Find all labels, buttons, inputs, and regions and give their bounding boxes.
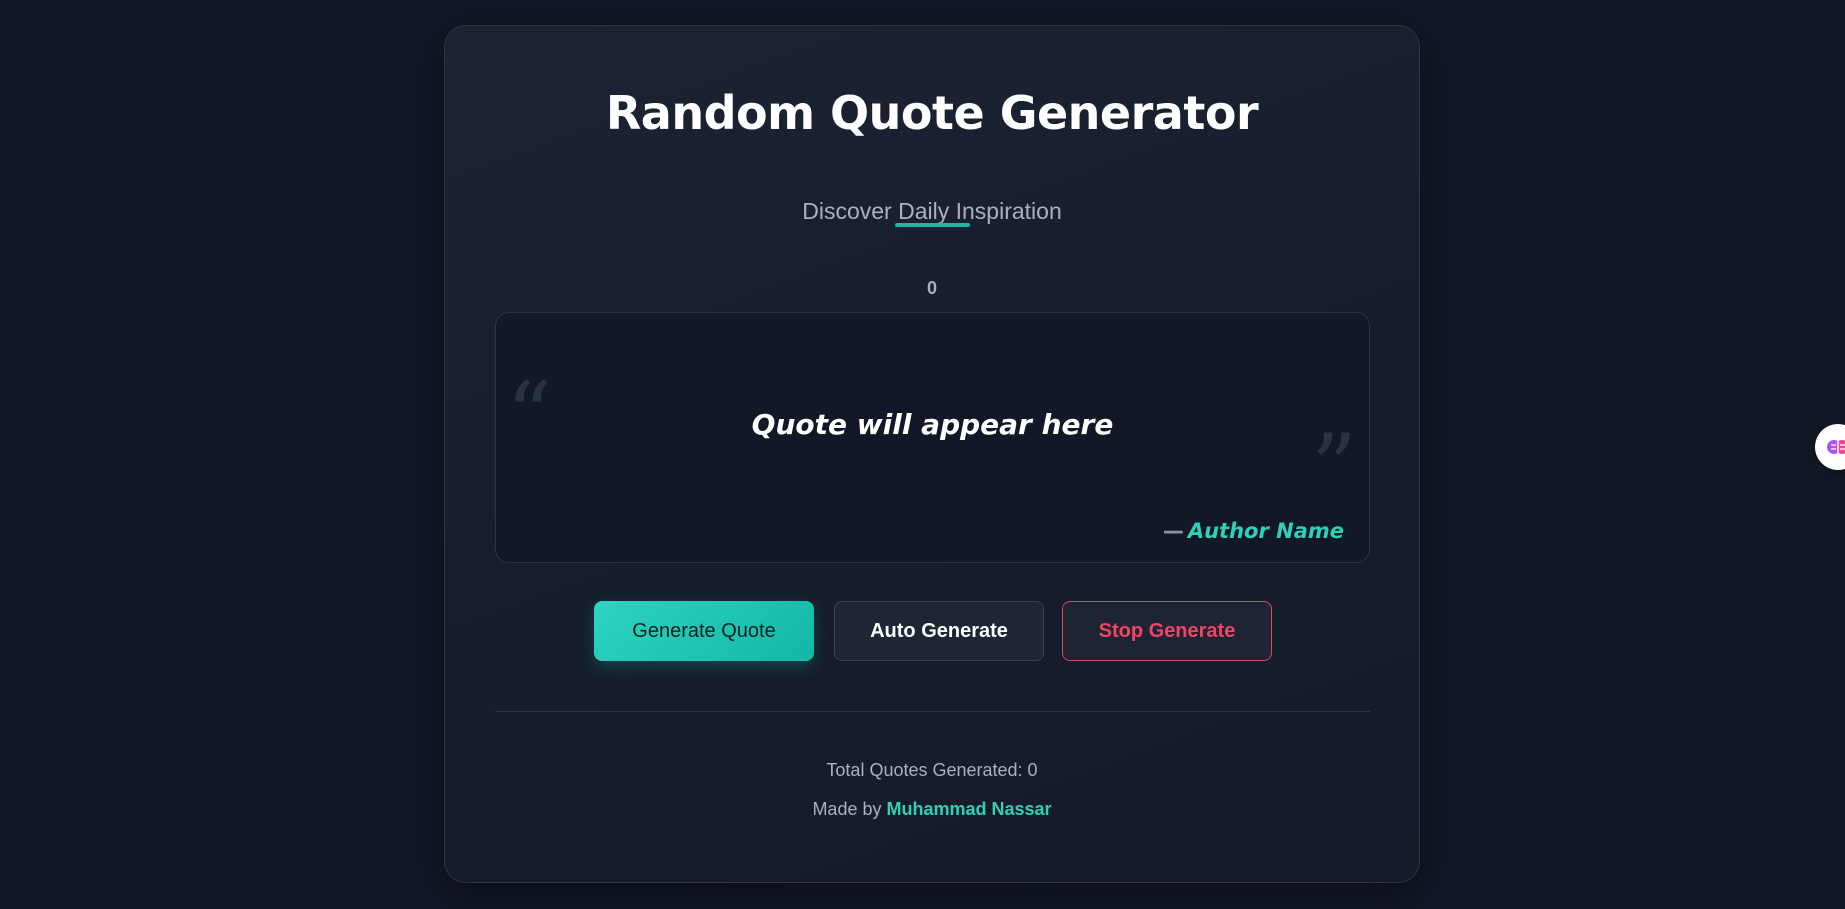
author-link[interactable]: Muhammad Nassar <box>887 799 1052 819</box>
footer-divider <box>495 711 1370 712</box>
page-subtitle: Discover Daily Inspiration <box>802 198 1062 224</box>
generate-quote-button[interactable]: Generate Quote <box>594 601 814 661</box>
quote-card: Random Quote Generator Discover Daily In… <box>444 25 1420 883</box>
brain-extension-icon <box>1827 440 1845 454</box>
quote-text: Quote will appear here <box>751 408 1114 441</box>
extension-widget-button[interactable] <box>1815 424 1845 470</box>
author-name: Author Name <box>1187 519 1344 543</box>
total-quotes-counter: Total Quotes Generated: 0 <box>826 760 1038 780</box>
quote-counter: 0 <box>926 278 937 298</box>
made-by-label: Made by <box>812 799 882 819</box>
quote-display: “ ” Quote will appear here — Author Name <box>495 312 1370 563</box>
stop-generate-button[interactable]: Stop Generate <box>1062 601 1272 661</box>
title-accent-line <box>895 223 970 227</box>
footer-credit: Made by Muhammad Nassar <box>445 799 1419 820</box>
quote-author: — Author Name <box>1163 519 1344 543</box>
auto-generate-button[interactable]: Auto Generate <box>834 601 1044 661</box>
page-title: Random Quote Generator <box>605 86 1259 140</box>
author-dash: — <box>1162 519 1184 543</box>
